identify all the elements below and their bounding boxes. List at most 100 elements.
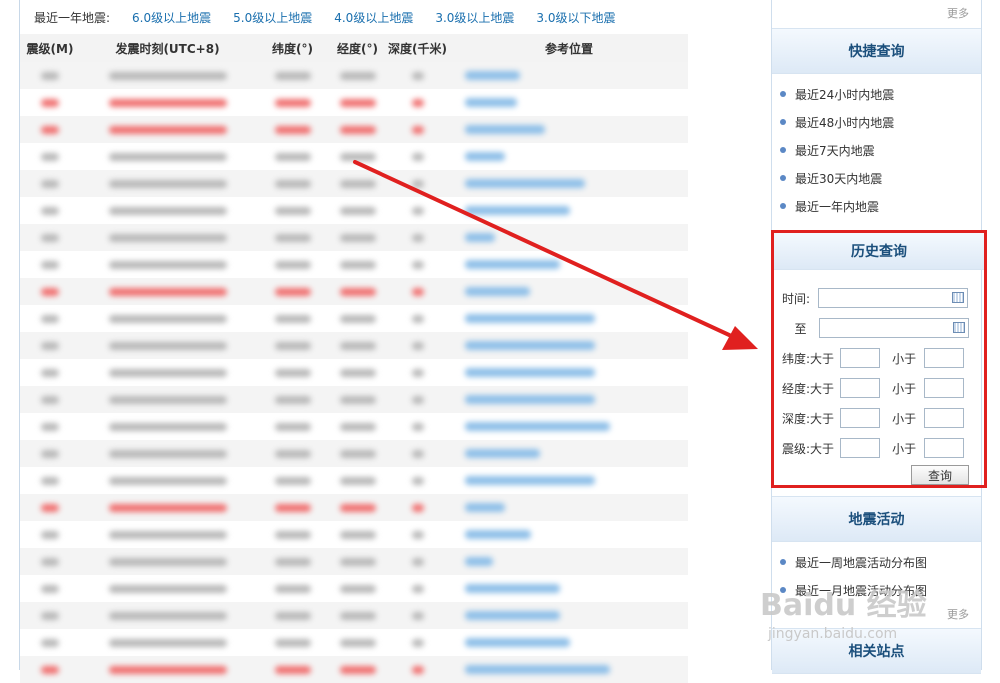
greater-label: 大于 [810,381,835,396]
blurred-location-link[interactable] [465,287,530,296]
blurred-value [339,584,376,593]
blurred-location-link[interactable] [465,314,595,323]
blurred-location-link[interactable] [465,98,517,107]
location-cell[interactable] [450,179,688,188]
filter-link-3-below[interactable]: 3.0级以下地震 [536,9,615,26]
activity-item-week[interactable]: 最近一周地震活动分布图 [780,548,927,576]
more-link-top[interactable]: 更多 [947,5,969,21]
quick-item-1y[interactable]: 最近一年内地震 [780,192,894,220]
location-cell[interactable] [450,422,688,431]
latitude-min-input[interactable] [840,348,881,368]
location-cell[interactable] [450,368,688,377]
table-cell [330,233,385,242]
blurred-location-link[interactable] [465,125,545,134]
location-cell[interactable] [450,530,688,539]
quick-item-48h[interactable]: 最近48小时内地震 [780,108,894,136]
table-cell [20,287,80,296]
location-cell[interactable] [450,449,688,458]
blurred-location-link[interactable] [465,206,570,215]
table-cell [255,260,330,269]
blurred-location-link[interactable] [465,260,560,269]
location-cell[interactable] [450,611,688,620]
quick-item-24h[interactable]: 最近24小时内地震 [780,80,894,108]
longitude-min-input[interactable] [840,378,881,398]
location-cell[interactable] [450,341,688,350]
quick-item-label: 最近一年内地震 [795,199,880,214]
blurred-location-link[interactable] [465,557,493,566]
quick-item-label: 最近30天内地震 [795,171,883,186]
blurred-value [108,449,227,458]
blurred-value [108,125,227,134]
blurred-location-link[interactable] [465,341,595,350]
location-cell[interactable] [450,503,688,512]
longitude-label: 经度: [782,381,811,396]
blurred-value [411,314,424,323]
filter-link-6[interactable]: 6.0级以上地震 [132,9,211,26]
blurred-location-link[interactable] [465,179,585,188]
blurred-location-link[interactable] [465,476,595,485]
longitude-max-input[interactable] [924,378,965,398]
blurred-location-link[interactable] [465,422,610,431]
location-cell[interactable] [450,152,688,161]
blurred-location-link[interactable] [465,152,505,161]
table-cell [385,449,450,458]
blurred-value [274,503,311,512]
start-date-input[interactable] [818,288,968,308]
location-cell[interactable] [450,233,688,242]
blurred-value [41,476,59,485]
location-cell[interactable] [450,395,688,404]
blurred-location-link[interactable] [465,638,570,647]
blurred-location-link[interactable] [465,584,560,593]
location-cell[interactable] [450,98,688,107]
quick-item-label: 最近24小时内地震 [795,87,895,102]
blurred-value [339,395,376,404]
location-cell[interactable] [450,125,688,134]
blurred-value [108,152,227,161]
location-cell[interactable] [450,287,688,296]
blurred-value [108,233,227,242]
end-date-input[interactable] [819,318,969,338]
quick-item-30d[interactable]: 最近30天内地震 [780,164,894,192]
query-button[interactable]: 查询 [911,465,969,485]
filter-link-3-above[interactable]: 3.0级以上地震 [435,9,514,26]
quick-query-title: 快捷查询 [772,28,981,74]
calendar-icon[interactable] [953,322,965,333]
table-cell [80,395,255,404]
magnitude-min-input[interactable] [840,438,881,458]
blurred-location-link[interactable] [465,71,520,80]
table-cell [330,98,385,107]
blurred-location-link[interactable] [465,611,560,620]
blurred-location-link[interactable] [465,368,595,377]
location-cell[interactable] [450,584,688,593]
filter-link-4[interactable]: 4.0级以上地震 [334,9,413,26]
blurred-value [274,125,311,134]
location-cell[interactable] [450,71,688,80]
blurred-location-link[interactable] [465,449,540,458]
blurred-value [274,449,311,458]
magnitude-max-input[interactable] [924,438,965,458]
filter-link-5[interactable]: 5.0级以上地震 [233,9,312,26]
location-cell[interactable] [450,557,688,566]
blurred-location-link[interactable] [465,530,531,539]
table-row [20,602,688,629]
table-cell [385,71,450,80]
location-cell[interactable] [450,314,688,323]
depth-min-input[interactable] [840,408,881,428]
bullet-icon [780,175,786,181]
location-cell[interactable] [450,476,688,485]
location-cell[interactable] [450,206,688,215]
blurred-location-link[interactable] [465,503,505,512]
location-cell[interactable] [450,638,688,647]
quick-item-7d[interactable]: 最近7天内地震 [780,136,894,164]
blurred-value [411,368,424,377]
filter-bar: 最近一年地震: 6.0级以上地震 5.0级以上地震 4.0级以上地震 3.0级以… [20,0,770,34]
table-cell [255,98,330,107]
more-link-bottom[interactable]: 更多 [947,606,969,622]
location-cell[interactable] [450,260,688,269]
latitude-max-input[interactable] [924,348,965,368]
header-location: 参考位置 [544,41,593,56]
blurred-location-link[interactable] [465,395,595,404]
blurred-location-link[interactable] [465,233,495,242]
calendar-icon[interactable] [952,292,964,303]
depth-max-input[interactable] [924,408,965,428]
